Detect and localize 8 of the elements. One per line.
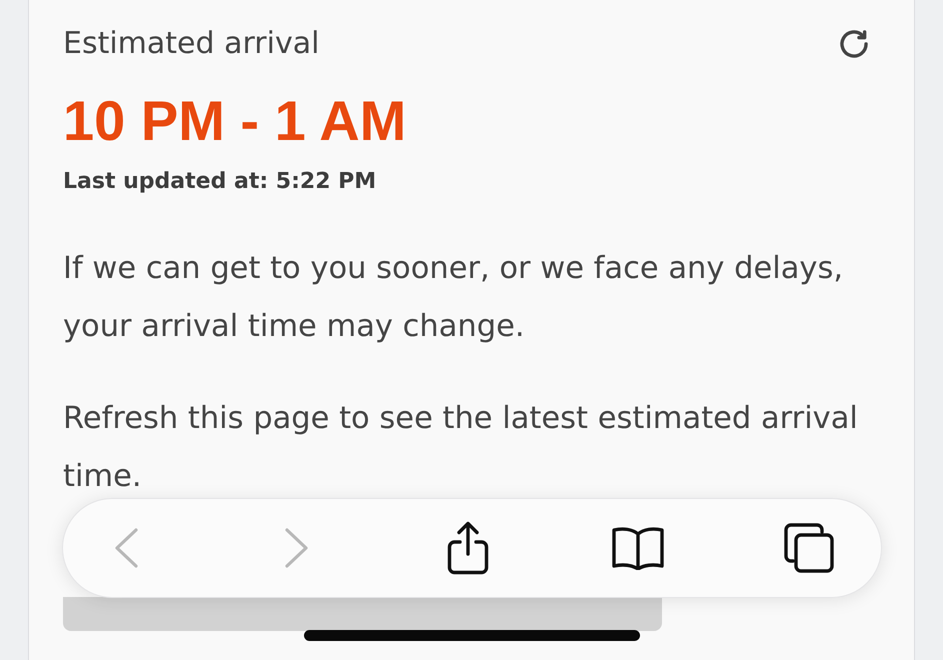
last-updated-text: Last updated at: 5:22 PM [63, 169, 378, 195]
overlapping-squares-icon [784, 523, 834, 573]
info-paragraph: Refresh this page to see the latest estimated arrival time. [63, 400, 859, 496]
info-paragraph: If we can get to you sooner, or we face any delays, your arrival time may change. [63, 250, 844, 346]
share-icon [446, 521, 488, 575]
arrival-window: 10 PM - 1 AM [63, 88, 879, 153]
open-book-icon [611, 526, 666, 570]
section-title: Estimated arrival [63, 26, 320, 62]
